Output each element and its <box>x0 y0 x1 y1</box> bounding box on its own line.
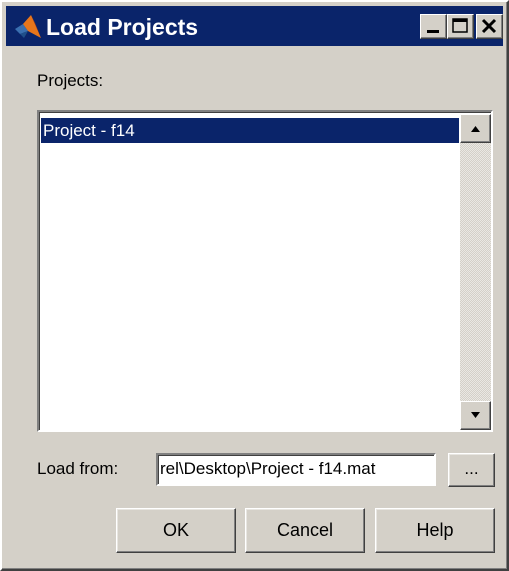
matlab-logo-icon <box>15 15 41 38</box>
help-button[interactable]: Help <box>375 508 495 553</box>
scroll-up-button[interactable] <box>460 114 491 143</box>
minimize-button[interactable] <box>420 14 447 39</box>
cancel-button[interactable]: Cancel <box>245 508 365 553</box>
maximize-button[interactable] <box>447 14 474 39</box>
load-from-label: Load from: <box>37 459 119 478</box>
minimize-icon <box>427 30 439 33</box>
scroll-down-button[interactable] <box>460 401 491 430</box>
arrow-down-icon <box>471 412 480 418</box>
projects-listbox[interactable]: Project - f14 <box>37 110 493 432</box>
load-from-path-input[interactable]: rel\Desktop\Project - f14.mat <box>156 453 436 486</box>
window-title: Load Projects <box>46 14 199 40</box>
title-bar[interactable]: Load Projects <box>6 6 503 46</box>
vertical-scrollbar[interactable] <box>460 114 491 430</box>
list-item[interactable]: Project - f14 <box>41 118 459 143</box>
maximize-icon <box>452 18 468 33</box>
close-icon <box>481 18 497 34</box>
load-projects-dialog: Load Projects Projects: Project - f14 Lo… <box>0 0 509 571</box>
close-button[interactable] <box>476 14 503 39</box>
projects-label: Projects: <box>37 71 104 90</box>
load-from-path-text: rel\Desktop\Project - f14.mat <box>160 459 376 478</box>
ok-button[interactable]: OK <box>116 508 236 553</box>
browse-button[interactable]: ... <box>448 453 495 487</box>
arrow-up-icon <box>471 126 480 132</box>
